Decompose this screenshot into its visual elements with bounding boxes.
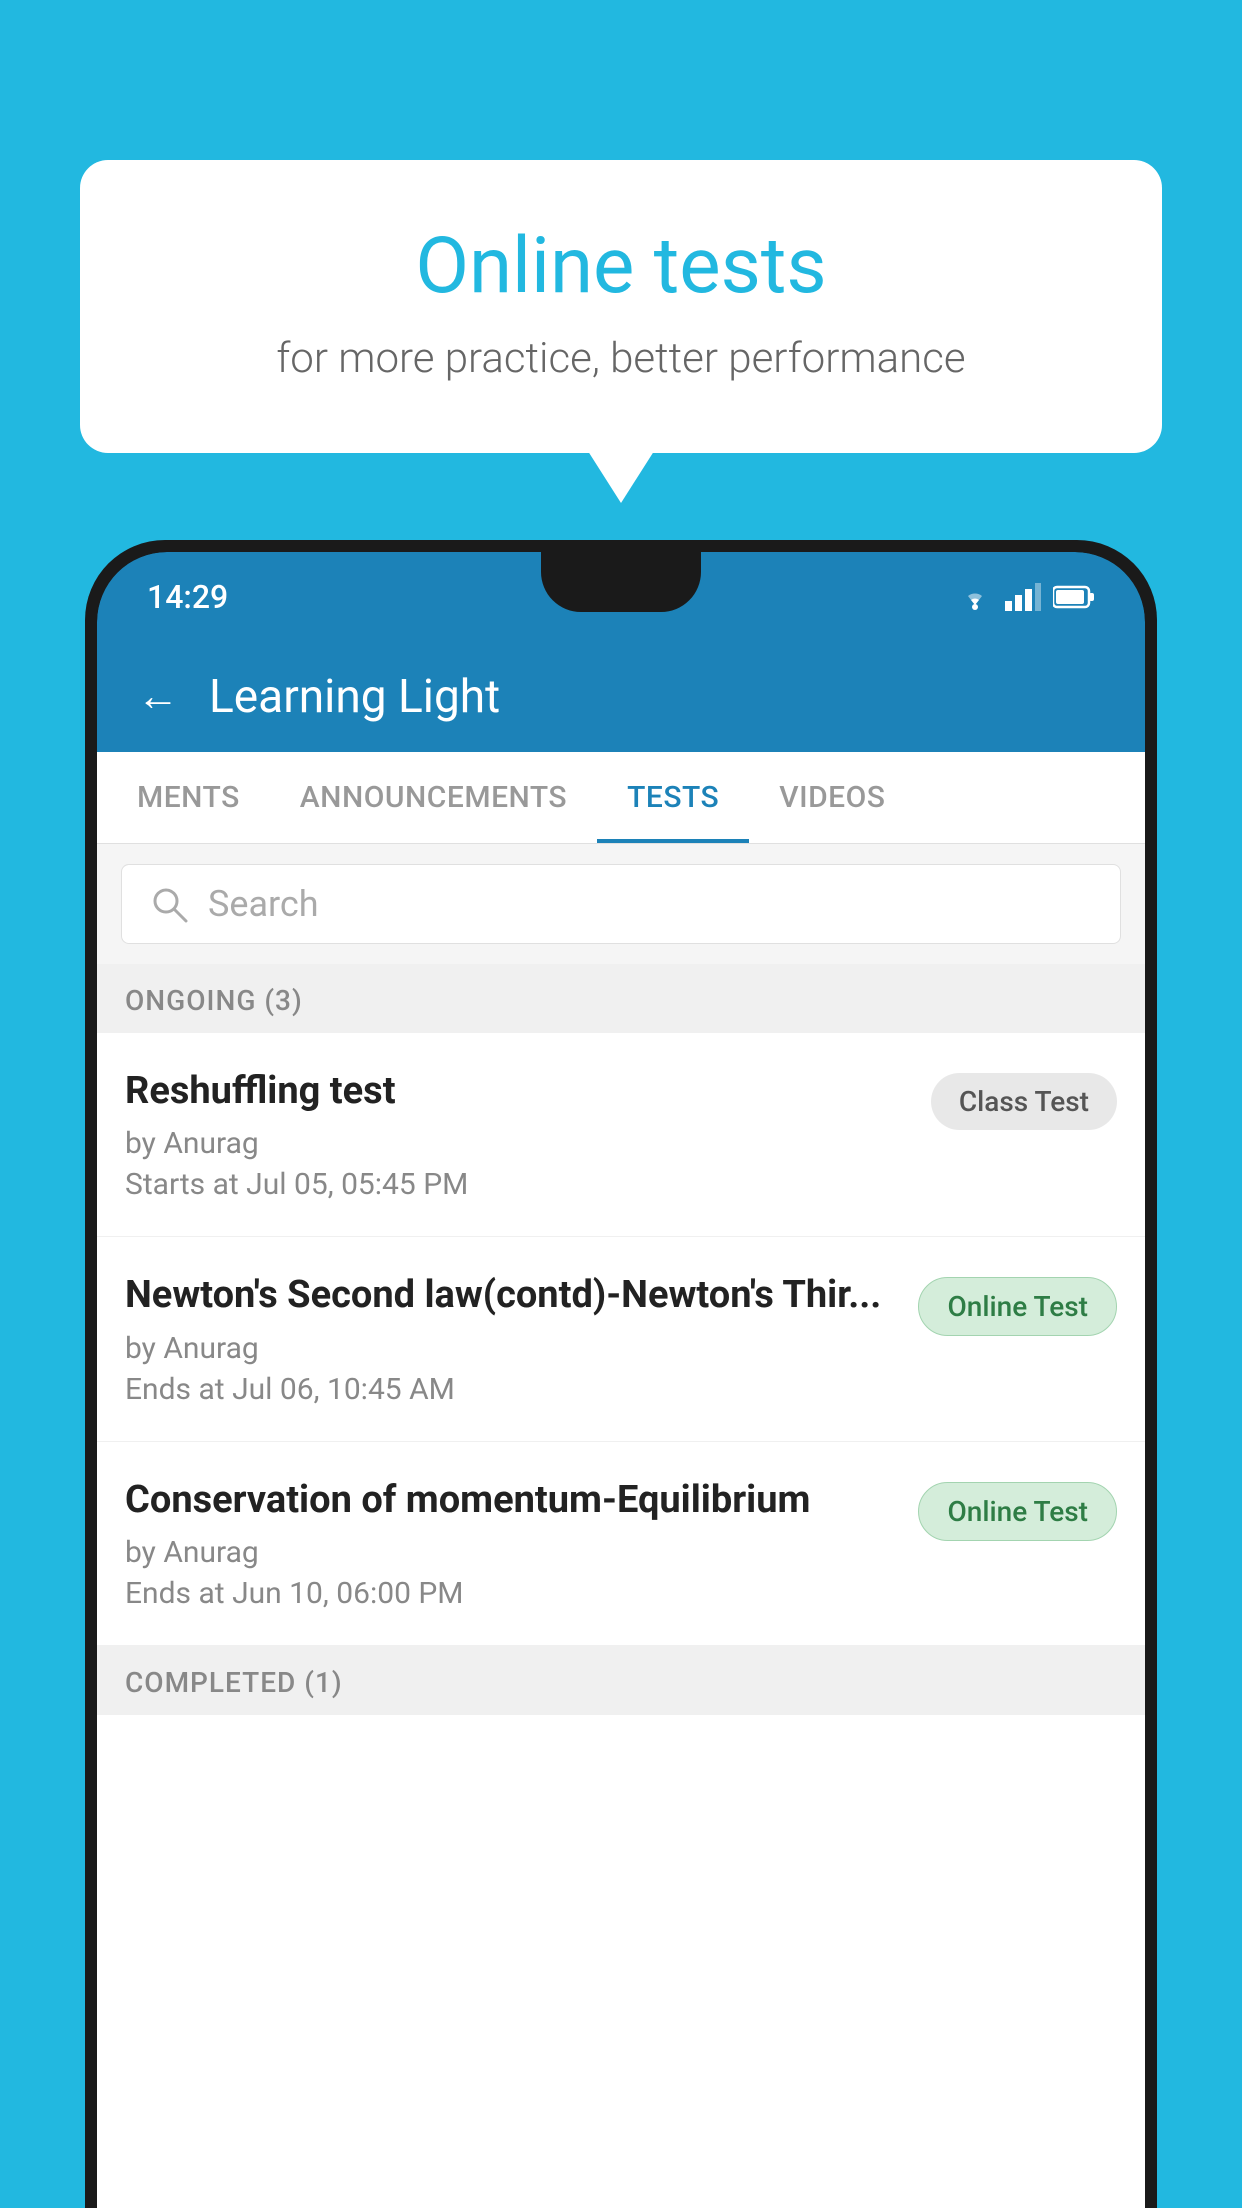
test-author-3: by Anurag (125, 1535, 898, 1570)
test-name-2: Newton's Second law(contd)-Newton's Thir… (125, 1271, 898, 1320)
search-icon (150, 885, 188, 923)
search-container: Search (97, 844, 1145, 964)
battery-icon (1053, 585, 1095, 609)
completed-section-header: COMPLETED (1) (97, 1646, 1145, 1715)
status-icons (957, 583, 1095, 611)
ongoing-section-title: ONGOING (3) (125, 984, 303, 1017)
screen-content: ← Learning Light MENTS ANNOUNCEMENTS TES… (97, 642, 1145, 2208)
test-badge-1: Class Test (931, 1073, 1117, 1130)
completed-section-title: COMPLETED (1) (125, 1666, 343, 1699)
tab-announcements[interactable]: ANNOUNCEMENTS (270, 752, 597, 843)
test-time-3: Ends at Jun 10, 06:00 PM (125, 1576, 898, 1611)
speech-bubble-container: Online tests for more practice, better p… (80, 160, 1162, 453)
test-info-2: Newton's Second law(contd)-Newton's Thir… (125, 1271, 918, 1406)
test-author-1: by Anurag (125, 1126, 911, 1161)
test-info-1: Reshuffling test by Anurag Starts at Jul… (125, 1067, 931, 1202)
test-name-1: Reshuffling test (125, 1067, 911, 1116)
test-author-2: by Anurag (125, 1331, 898, 1366)
test-name-3: Conservation of momentum-Equilibrium (125, 1476, 898, 1525)
test-item-3[interactable]: Conservation of momentum-Equilibrium by … (97, 1442, 1145, 1646)
back-button[interactable]: ← (137, 676, 179, 718)
tab-videos[interactable]: VIDEOS (749, 752, 915, 843)
test-item-2[interactable]: Newton's Second law(contd)-Newton's Thir… (97, 1237, 1145, 1441)
test-item-1[interactable]: Reshuffling test by Anurag Starts at Jul… (97, 1033, 1145, 1237)
test-info-3: Conservation of momentum-Equilibrium by … (125, 1476, 918, 1611)
bubble-subtitle: for more practice, better performance (160, 334, 1082, 383)
signal-icon (1005, 583, 1041, 611)
search-placeholder: Search (208, 883, 319, 925)
notch (541, 552, 701, 612)
app-title: Learning Light (209, 670, 500, 724)
ongoing-section-header: ONGOING (3) (97, 964, 1145, 1033)
tab-ments[interactable]: MENTS (107, 752, 270, 843)
tabs-bar: MENTS ANNOUNCEMENTS TESTS VIDEOS (97, 752, 1145, 844)
test-badge-2: Online Test (918, 1277, 1117, 1336)
app-header: ← Learning Light (97, 642, 1145, 752)
speech-bubble: Online tests for more practice, better p… (80, 160, 1162, 453)
tab-tests[interactable]: TESTS (597, 752, 749, 843)
phone-frame: 14:29 (85, 540, 1157, 2208)
phone-inner: 14:29 (97, 552, 1145, 2208)
test-badge-3: Online Test (918, 1482, 1117, 1541)
bubble-title: Online tests (160, 220, 1082, 314)
test-time-2: Ends at Jul 06, 10:45 AM (125, 1372, 898, 1407)
wifi-icon (957, 583, 993, 611)
test-time-1: Starts at Jul 05, 05:45 PM (125, 1167, 911, 1202)
search-bar[interactable]: Search (121, 864, 1121, 944)
